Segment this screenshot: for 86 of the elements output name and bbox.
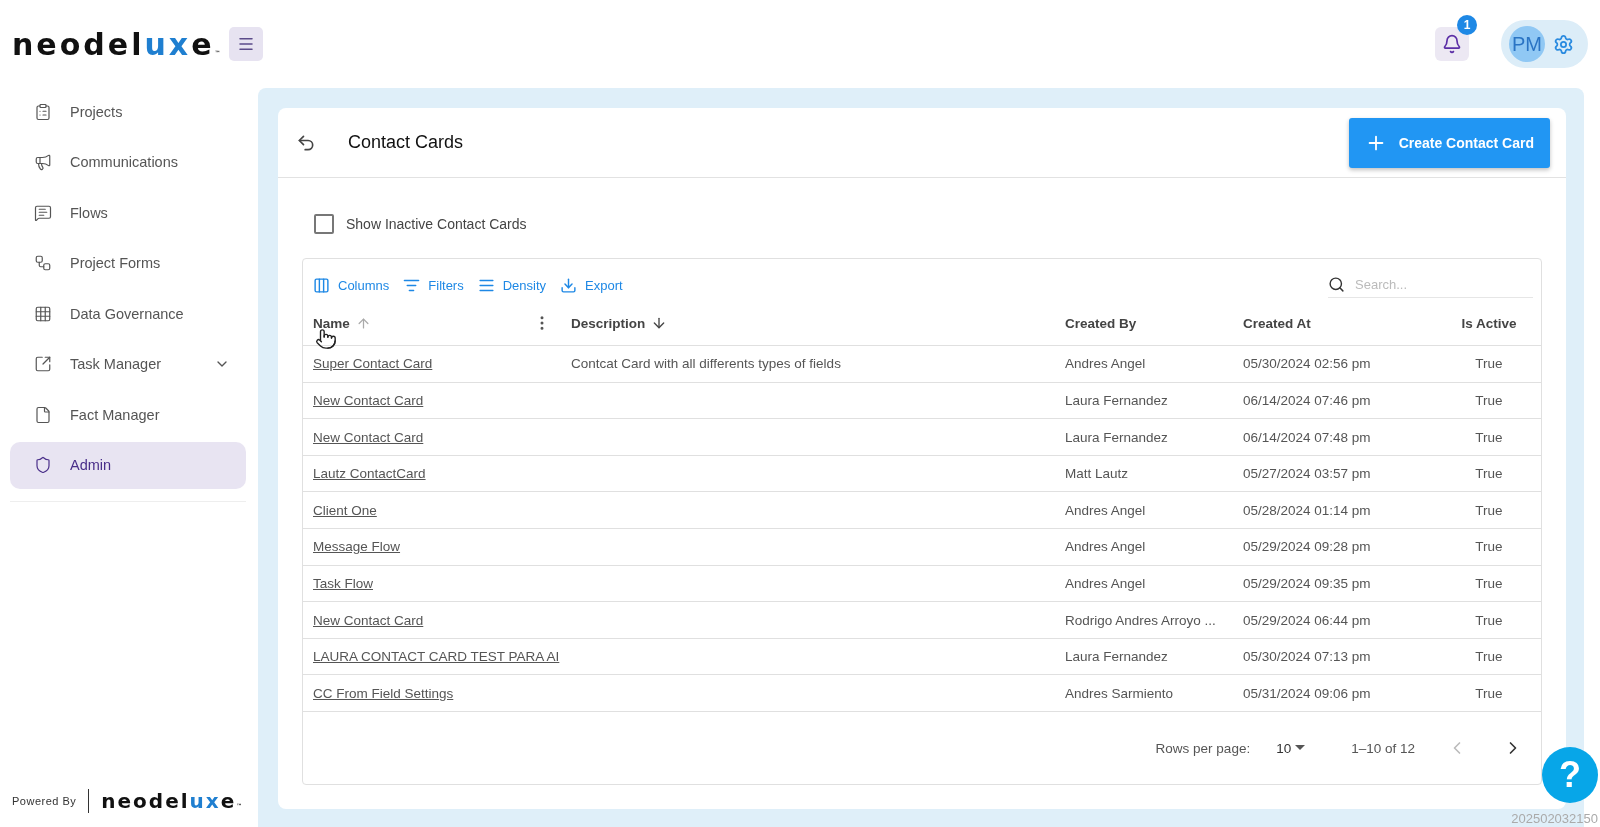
toolbar-button[interactable]: Density [475,274,549,296]
column-header[interactable]: Created By [1065,315,1137,331]
page-title: Contact Cards [348,132,465,154]
powered-by-label: Powered By [12,795,77,807]
table-cell: 05/27/2024 03:57 pm [1243,466,1371,482]
table-cell: True [1475,429,1503,445]
name-link[interactable]: Message Flow [313,539,401,555]
name-link[interactable]: New Contact Card [313,429,424,445]
sidebar-item[interactable]: Admin [10,441,246,489]
table-cell: 05/29/2024 09:35 pm [1243,575,1371,591]
table-cell: True [1475,466,1503,482]
sidebar-item[interactable]: Task Manager [10,340,246,388]
toolbar-button[interactable]: Columns [311,274,392,296]
dropdown-caret-icon [1295,745,1306,751]
columns-icon [313,276,330,294]
name-link[interactable]: Task Flow [313,575,373,591]
download-icon [560,276,578,294]
column-header[interactable]: Name [313,315,350,331]
menu-icon [236,35,255,53]
search-field[interactable]: Search... [1328,272,1533,299]
sidebar-item[interactable]: Projects [10,88,246,135]
sidebar-item[interactable]: Project Forms [10,239,246,287]
table-cell: True [1475,575,1503,591]
table-cell: Matt Lautz [1065,466,1129,482]
table-cell: 05/31/2024 09:06 pm [1243,685,1371,701]
table-cell: Andres Angel [1065,502,1146,518]
back-arrow-icon[interactable] [296,132,316,153]
column-header[interactable]: Created At [1243,315,1311,331]
column-header[interactable]: Is Active [1461,315,1517,331]
shield-icon [34,456,52,474]
hand-cursor-icon [315,328,337,351]
toolbar-button[interactable]: Filters [401,274,466,296]
name-link[interactable]: CC From Field Settings [313,685,454,701]
window-arrow-icon [34,355,52,373]
grid-icon [34,304,52,323]
table-cell: True [1475,612,1503,628]
bell-icon [1442,34,1462,54]
table-cell: True [1475,539,1503,555]
name-link[interactable]: New Contact Card [313,612,424,628]
table-cell: Laura Fernandez [1065,429,1168,445]
table-cell: True [1475,685,1503,701]
table-cell: 05/29/2024 09:28 pm [1243,539,1371,555]
sidebar-item[interactable]: Data Governance [10,290,246,337]
table-cell: 06/14/2024 07:46 pm [1243,392,1371,408]
clipboard-icon [34,102,52,121]
table-cell: True [1475,356,1503,372]
table-cell: 05/28/2024 01:14 pm [1243,502,1371,518]
timestamp: 202502032150 [1511,811,1598,826]
table-cell: 06/14/2024 07:48 pm [1243,429,1371,445]
rows-per-page-select[interactable]: 10 [1270,739,1312,757]
table-cell: True [1475,649,1503,665]
column-header[interactable]: Description [571,315,646,331]
search-icon [1328,276,1345,294]
table-cell: 05/30/2024 02:56 pm [1243,356,1371,372]
table-cell: Andres Angel [1065,356,1146,372]
table-cell: 05/29/2024 06:44 pm [1243,612,1371,628]
table-cell: Rodrigo Andres Arroyo ... [1065,612,1216,628]
message-icon [34,203,52,222]
table-cell: Contcat Card with all differents types of fields [571,356,841,372]
name-link[interactable]: LAURA CONTACT CARD TEST PARA AI [313,649,560,665]
name-link[interactable]: New Contact Card [313,392,424,408]
toolbar-button[interactable]: Export [558,274,625,296]
table-cell: Laura Fernandez [1065,649,1168,665]
menu-button[interactable] [228,27,263,61]
name-link[interactable]: Client One [313,502,377,518]
name-link[interactable]: Lautz ContactCard [313,466,426,482]
table-cell: True [1475,392,1503,408]
table-cell: True [1475,502,1503,518]
name-link[interactable]: Super Contact Card [313,356,433,372]
file-icon [34,405,52,424]
table-cell: Andres Angel [1065,575,1146,591]
megaphone-icon [34,153,52,171]
settings-icon[interactable] [1553,33,1574,55]
checkbox[interactable] [314,214,334,235]
workflow-icon [34,254,52,272]
table-cell: Andres Angel [1065,539,1146,555]
sidebar-item[interactable]: Communications [10,138,246,186]
notifications-button[interactable] [1435,27,1469,61]
table-cell: 05/30/2024 07:13 pm [1243,649,1371,665]
sidebar-item[interactable]: Flows [10,189,246,236]
table-cell: Laura Fernandez [1065,392,1168,408]
notification-count: 1 [1457,15,1477,35]
sidebar-item[interactable]: Fact Manager [10,391,246,438]
table-cell: Andres Sarmiento [1065,685,1174,701]
rows-per-page-label: Rows per page: [1155,740,1251,756]
page-range: 1–10 of 12 [1351,740,1415,756]
